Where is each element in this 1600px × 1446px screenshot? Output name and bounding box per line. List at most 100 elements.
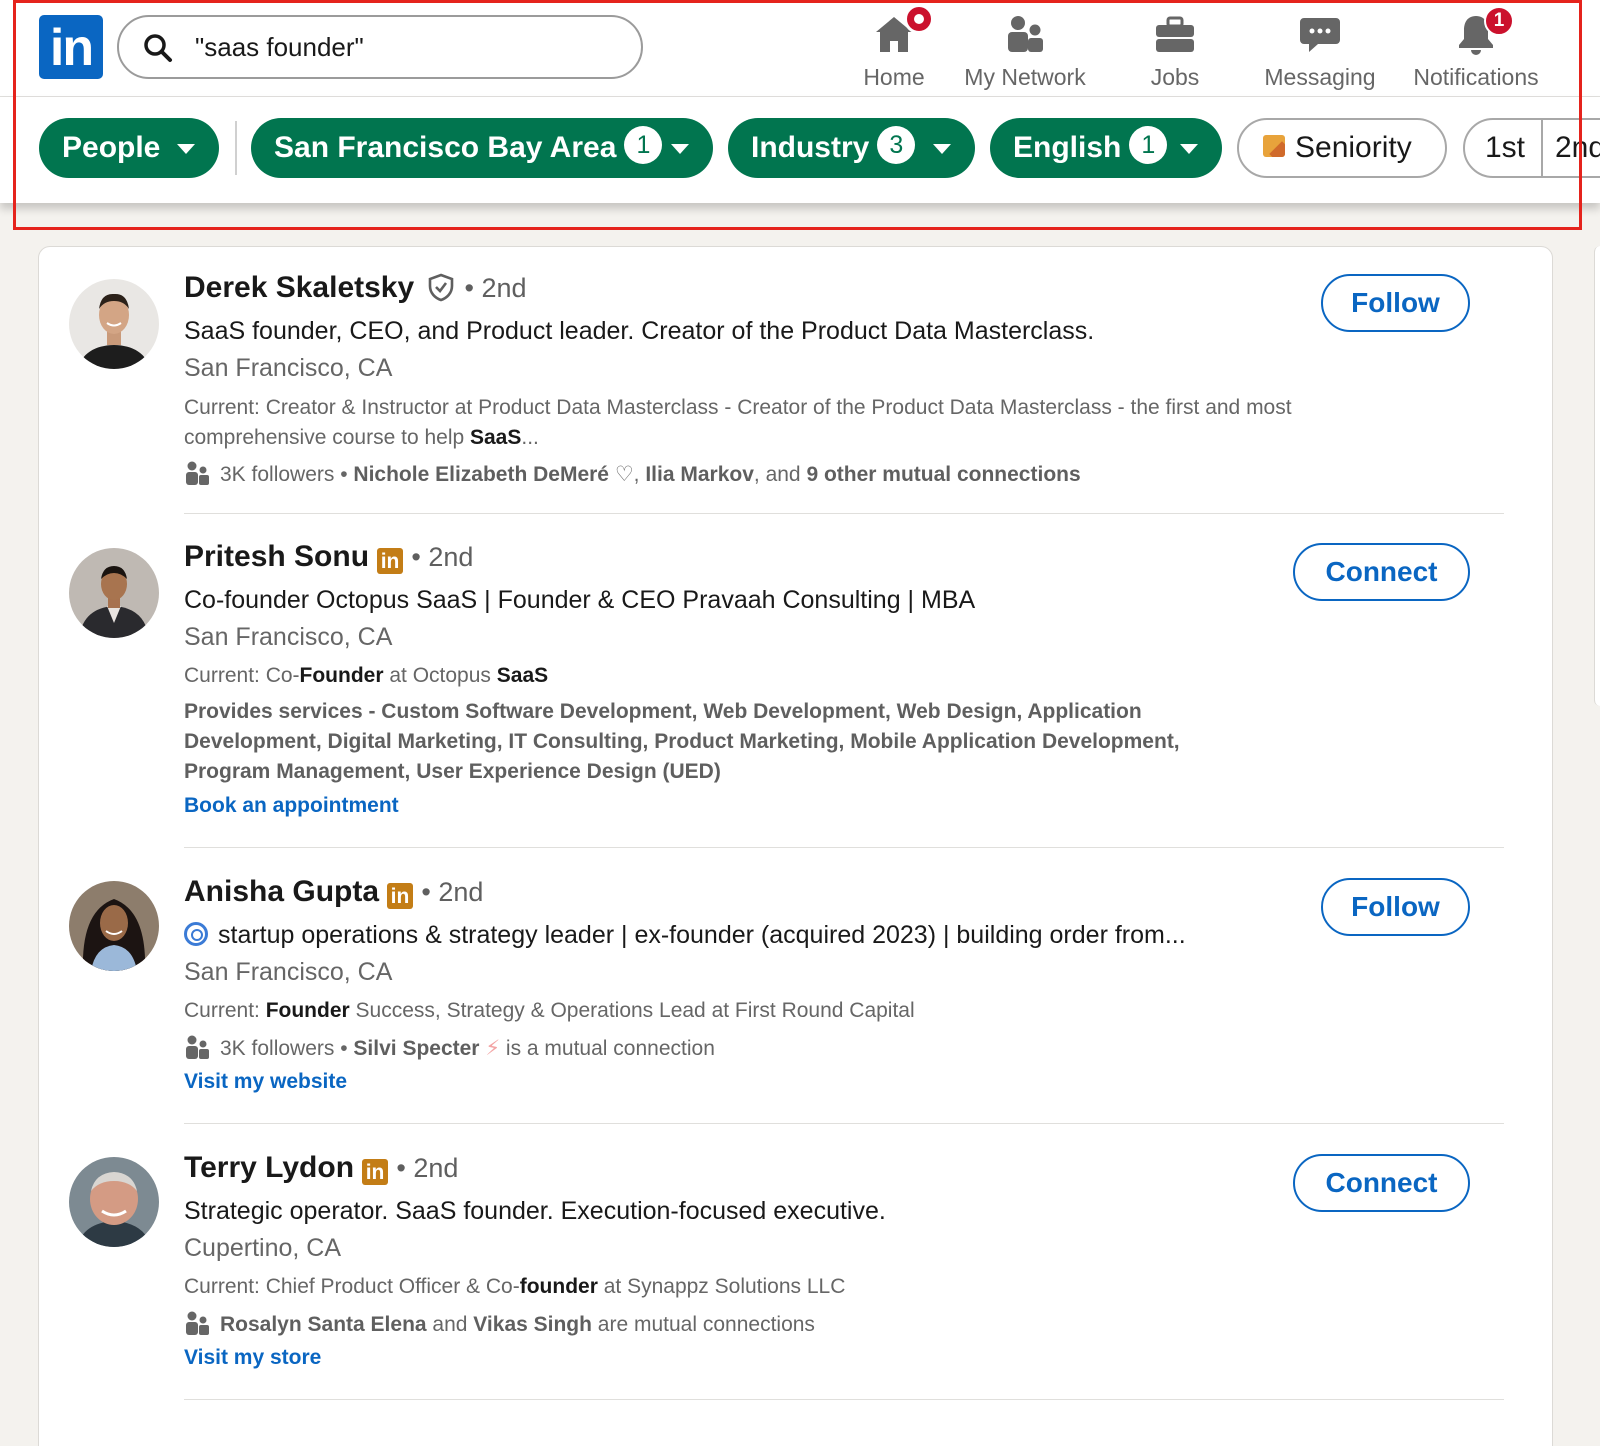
search-input[interactable]: [195, 27, 615, 67]
result-name-line: Anisha Gupta in • 2nd: [184, 875, 483, 915]
followers-count: 3K followers: [220, 463, 335, 486]
current-position-snippet: Current: Co-Founder at Octopus SaaS: [184, 661, 1304, 691]
chevron-down-icon: [177, 144, 195, 154]
segment-divider: [1541, 120, 1543, 176]
jobs-icon: [1156, 16, 1194, 52]
connect-button[interactable]: Connect: [1293, 543, 1470, 601]
filter-divider: [235, 121, 237, 175]
search-icon: [144, 34, 172, 62]
filter-industry-label: Industry: [751, 131, 870, 164]
home-notification-dot: [904, 4, 934, 34]
filter-people[interactable]: People: [39, 118, 219, 178]
person-name[interactable]: Terry Lydon: [184, 1151, 354, 1184]
lightning-icon: ⚡: [485, 1037, 501, 1060]
mutual-others[interactable]: 9 other mutual connections: [806, 463, 1080, 486]
result-name-line: Derek Skaletsky • 2nd: [184, 271, 527, 311]
result-name-line: Terry Lydon in • 2nd: [184, 1151, 458, 1191]
divider: [184, 1399, 1504, 1400]
linkedin-premium-icon: in: [377, 548, 404, 574]
premium-icon: [1263, 135, 1285, 157]
mutual-connections[interactable]: Rosalyn Santa Elena and Vikas Singh are …: [184, 1310, 815, 1337]
visit-store-link[interactable]: Visit my store: [184, 1346, 321, 1370]
mutual-connections[interactable]: 3K followers • Nichole Elizabeth DeMeré …: [184, 460, 1081, 487]
mutual-name[interactable]: Ilia Markov: [645, 463, 754, 486]
nav-notifications[interactable]: 1 Notifications: [1406, 6, 1546, 90]
current-position-snippet: Current: Chief Product Officer & Co-foun…: [184, 1272, 1304, 1302]
separator-text: and: [426, 1313, 474, 1336]
verified-shield-icon: [428, 273, 454, 302]
global-nav: in Home My Network Jobs: [0, 0, 1600, 97]
linkedin-premium-icon: in: [362, 1159, 389, 1185]
snippet-text: Current: Chief Product Officer & Co-: [184, 1275, 520, 1298]
separator-text: , and: [753, 463, 807, 486]
mutual-connections[interactable]: 3K followers • Silvi Specter ⚡ is a mutu…: [184, 1034, 715, 1061]
snippet-highlight: Founder: [299, 664, 384, 687]
filter-location-label: San Francisco Bay Area: [274, 131, 617, 164]
person-location: San Francisco, CA: [184, 623, 393, 651]
mutual-name[interactable]: Nichole Elizabeth DeMeré: [353, 463, 609, 486]
snippet-text: Success, Strategy & Operations Lead at F…: [349, 999, 915, 1022]
snippet-highlight: founder: [519, 1275, 598, 1298]
snippet-ellipsis: ...: [521, 426, 539, 449]
filter-seniority[interactable]: Seniority: [1237, 118, 1447, 178]
person-name[interactable]: Derek Skaletsky: [184, 271, 414, 304]
network-icon: [1008, 16, 1043, 52]
filter-degree-1st[interactable]: 1st: [1485, 120, 1525, 176]
filter-language[interactable]: English 1: [990, 118, 1222, 178]
snippet-text: Current: Co-: [184, 664, 300, 687]
nav-messaging-label: Messaging: [1264, 64, 1376, 90]
result-name-line: Pritesh Sonu in • 2nd: [184, 540, 473, 580]
snippet-text: Current: Creator & Instructor at Product…: [184, 396, 1292, 449]
nav-my-network-label: My Network: [964, 64, 1086, 90]
snippet-text: at Octopus: [383, 664, 497, 687]
side-panel-edge: [1594, 246, 1600, 706]
follow-button[interactable]: Follow: [1321, 274, 1470, 332]
book-appointment-link[interactable]: Book an appointment: [184, 794, 399, 818]
linkedin-logo[interactable]: in: [39, 15, 103, 79]
filter-seniority-label: Seniority: [1295, 131, 1412, 164]
followers-count: 3K followers: [220, 1037, 335, 1060]
snippet-highlight: SaaS: [496, 664, 549, 687]
avatar[interactable]: [69, 1157, 159, 1247]
filter-language-count: 1: [1129, 126, 1168, 164]
person-headline: Co-founder Octopus SaaS | Founder & CEO …: [184, 586, 976, 614]
mutual-name[interactable]: Silvi Specter: [353, 1037, 479, 1060]
person-name[interactable]: Pritesh Sonu: [184, 540, 369, 573]
follow-button[interactable]: Follow: [1321, 878, 1470, 936]
search-bar[interactable]: [117, 15, 643, 79]
current-position-snippet: Current: Founder Success, Strategy & Ope…: [184, 996, 1304, 1026]
mutual-name[interactable]: Vikas Singh: [473, 1313, 592, 1336]
filter-language-label: English: [1013, 131, 1122, 164]
connect-button[interactable]: Connect: [1293, 1154, 1470, 1212]
visit-website-link[interactable]: Visit my website: [184, 1070, 347, 1094]
avatar[interactable]: [69, 279, 159, 369]
chevron-down-icon: [1180, 144, 1198, 154]
filter-degree-2nd[interactable]: 2nd: [1555, 120, 1600, 176]
filter-connection-degree[interactable]: 1st 2nd: [1463, 118, 1600, 178]
person-location: San Francisco, CA: [184, 958, 393, 986]
mutual-name[interactable]: Rosalyn Santa Elena: [220, 1313, 427, 1336]
snippet-text: at Synappz Solutions LLC: [597, 1275, 846, 1298]
nav-home[interactable]: Home: [844, 4, 944, 90]
filter-industry[interactable]: Industry 3: [728, 118, 975, 178]
heart-icon: ♡: [614, 463, 634, 486]
nav-my-network[interactable]: My Network: [960, 8, 1090, 90]
filter-location[interactable]: San Francisco Bay Area 1: [251, 118, 713, 178]
notifications-badge: 1: [1484, 6, 1514, 36]
person-name[interactable]: Anisha Gupta: [184, 875, 379, 908]
nav-jobs[interactable]: Jobs: [1130, 8, 1220, 90]
separator-text: ,: [633, 463, 646, 486]
mutual-tail-text: are mutual connections: [591, 1313, 815, 1336]
divider: [184, 1123, 1504, 1124]
mutual-tail-text: is a mutual connection: [500, 1037, 715, 1060]
filter-location-count: 1: [624, 126, 663, 164]
nav-messaging[interactable]: Messaging: [1260, 8, 1380, 90]
filter-industry-count: 3: [877, 126, 916, 164]
avatar[interactable]: [69, 548, 159, 638]
avatar[interactable]: [69, 881, 159, 971]
snippet-highlight: SaaS: [470, 426, 522, 449]
snippet-highlight: Founder: [265, 999, 350, 1022]
person-headline: SaaS founder, CEO, and Product leader. C…: [184, 317, 1095, 345]
people-icon: [186, 1311, 209, 1335]
person-headline: startup operations & strategy leader | e…: [184, 921, 1186, 950]
